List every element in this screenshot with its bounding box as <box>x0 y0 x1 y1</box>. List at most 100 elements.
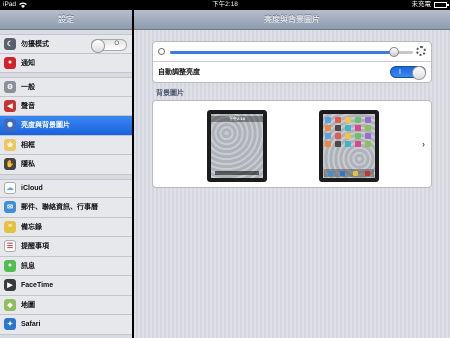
hand-icon: ✋ <box>4 158 16 171</box>
sidebar-item-sounds[interactable]: ◀ 聲音 <box>0 96 132 116</box>
brightness-slider-thumb[interactable] <box>388 47 399 57</box>
sidebar-item-reminders[interactable]: ☰ 提醒事項 <box>0 237 132 257</box>
maps-icon: ◆ <box>4 298 16 311</box>
cloud-icon: ☁ <box>4 182 16 195</box>
sidebar-item-label: 亮度與背景圖片 <box>21 122 70 130</box>
toggle-on-label: I <box>399 69 401 76</box>
sidebar-item-general[interactable]: ⚙ 一般 <box>0 77 132 97</box>
sidebar-item-label: Safari <box>21 320 41 328</box>
sidebar-item-safari[interactable]: ✦ Safari <box>0 315 132 335</box>
settings-sidebar: 設定 ☾ 勿擾模式 O ● 通知 ⚙ 一般 ◀ 聲音 ✺ 亮度與背景圖片 ❀ 相… <box>0 10 132 338</box>
brightness-group: 自動調整亮度 I <box>152 41 432 83</box>
home-screen-wallpaper-preview[interactable] <box>319 110 379 182</box>
home-app-icon <box>365 133 371 139</box>
detail-title: 亮度與背景圖片 <box>134 10 450 30</box>
sidebar-item-label: 聲音 <box>21 102 35 110</box>
dock-app-icon <box>327 170 333 176</box>
notifications-icon: ● <box>4 56 16 69</box>
detail-pane: 亮度與背景圖片 自動調整亮度 I 背景圖片 下午2:18 › <box>134 10 450 338</box>
speaker-icon: ◀ <box>4 99 16 112</box>
home-app-icon <box>365 117 371 123</box>
wallpaper-group[interactable]: 下午2:18 › <box>152 100 432 188</box>
home-app-icon <box>325 133 331 139</box>
sidebar-item-label: iCloud <box>21 184 43 192</box>
brightness-icon: ✺ <box>4 119 16 132</box>
home-app-icon <box>345 141 351 147</box>
sidebar-item-label: 勿擾模式 <box>21 40 49 48</box>
home-app-icon <box>355 117 361 123</box>
home-app-icon <box>355 133 361 139</box>
sidebar-item-icloud[interactable]: ☁ iCloud <box>0 178 132 198</box>
picture-frame-icon: ❀ <box>4 138 16 151</box>
sidebar-item-label: 備忘錄 <box>21 223 42 231</box>
home-app-icon <box>335 125 341 131</box>
chevron-right-icon[interactable]: › <box>422 139 425 149</box>
dock-app-icon <box>352 170 358 176</box>
sidebar-item-facetime[interactable]: ▶ FaceTime <box>0 276 132 296</box>
notes-icon: ≡ <box>4 220 16 233</box>
mail-icon: ✉ <box>4 201 16 214</box>
charge-group: 未充電 <box>411 0 449 10</box>
home-app-icon <box>355 141 361 147</box>
sidebar-item-brightness-wallpaper[interactable]: ✺ 亮度與背景圖片 <box>0 116 132 136</box>
home-app-icon <box>355 125 361 131</box>
sidebar-item-label: 相框 <box>21 141 35 149</box>
sidebar-item-do-not-disturb[interactable]: ☾ 勿擾模式 O <box>0 34 132 54</box>
sidebar-item-mail-contacts-calendars[interactable]: ✉ 郵件、聯絡資訊、行事曆 <box>0 198 132 218</box>
wallpaper-section-header: 背景圖片 <box>156 90 184 97</box>
home-screen-image <box>323 114 375 178</box>
dock-app-icon <box>365 170 371 176</box>
sun-dim-icon <box>158 48 165 55</box>
reminders-icon: ☰ <box>4 240 16 253</box>
home-app-icon <box>335 141 341 147</box>
sun-bright-icon <box>416 46 426 56</box>
lock-screen-image: 下午2:18 <box>211 114 263 178</box>
brightness-slider-row <box>153 42 431 62</box>
sidebar-item-picture-frame[interactable]: ❀ 相框 <box>0 135 132 155</box>
do-not-disturb-toggle[interactable]: O <box>91 39 127 53</box>
brightness-slider[interactable] <box>170 47 413 57</box>
sidebar-item-label: 郵件、聯絡資訊、行事曆 <box>21 204 98 212</box>
toggle-off-label: O <box>114 41 119 47</box>
home-app-icon <box>345 125 351 131</box>
messages-icon: ● <box>4 259 16 272</box>
compass-icon: ✦ <box>4 318 16 331</box>
sidebar-item-privacy[interactable]: ✋ 隱私 <box>0 155 132 175</box>
brightness-slider-fill <box>170 51 394 54</box>
sidebar-item-label: 地圖 <box>21 301 35 309</box>
lock-screen-wallpaper-preview[interactable]: 下午2:18 <box>207 110 267 182</box>
charge-status: 未充電 <box>411 1 432 8</box>
home-app-icon <box>335 133 341 139</box>
facetime-icon: ▶ <box>4 279 16 292</box>
home-app-icon <box>345 117 351 123</box>
gear-icon: ⚙ <box>4 80 16 93</box>
battery-icon <box>434 2 449 8</box>
settings-list: ☾ 勿擾模式 O ● 通知 ⚙ 一般 ◀ 聲音 ✺ 亮度與背景圖片 ❀ 相框 ✋… <box>0 34 132 335</box>
auto-brightness-label: 自動調整亮度 <box>158 69 200 76</box>
home-app-icon <box>335 117 341 123</box>
unlock-slider-bar <box>215 171 259 175</box>
home-app-icon <box>365 141 371 147</box>
sidebar-title: 設定 <box>0 10 132 30</box>
sidebar-item-notifications[interactable]: ● 通知 <box>0 53 132 73</box>
status-time: 下午2:18 <box>212 1 238 8</box>
sidebar-item-label: 訊息 <box>21 262 35 270</box>
sidebar-item-messages[interactable]: ● 訊息 <box>0 256 132 276</box>
auto-brightness-toggle[interactable]: I <box>390 66 426 80</box>
lock-screen-time: 下午2:18 <box>211 116 263 122</box>
sidebar-item-label: 通知 <box>21 59 35 67</box>
dock-app-icon <box>340 170 346 176</box>
auto-brightness-row: 自動調整亮度 I <box>153 62 431 83</box>
home-app-icon <box>325 141 331 147</box>
sidebar-item-notes[interactable]: ≡ 備忘錄 <box>0 217 132 237</box>
sidebar-item-label: 一般 <box>21 83 35 91</box>
home-app-icon <box>325 125 331 131</box>
dock <box>324 169 374 177</box>
sidebar-item-label: 隱私 <box>21 161 35 169</box>
home-app-icon <box>365 125 371 131</box>
sidebar-item-maps[interactable]: ◆ 地圖 <box>0 295 132 315</box>
sidebar-item-label: FaceTime <box>21 281 54 289</box>
status-bar: iPad 下午2:18 未充電 <box>0 0 450 10</box>
sidebar-item-label: 提醒事項 <box>21 243 49 251</box>
home-app-icon <box>325 117 331 123</box>
